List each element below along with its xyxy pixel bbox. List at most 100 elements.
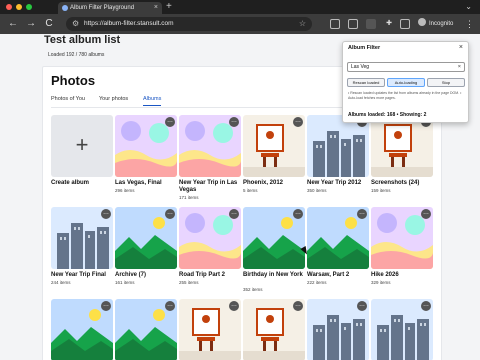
minimize-window-button[interactable] (16, 4, 22, 10)
album-thumbnail[interactable]: … (243, 207, 305, 269)
tab-your-photos[interactable]: Your photos (99, 93, 128, 105)
album-name: New Year Trip in Las Vegas (179, 180, 238, 193)
album-menu-icon[interactable]: … (357, 209, 367, 219)
album-item-count: 255 items (179, 280, 199, 285)
browser-tab[interactable]: Album Filter Playground × (58, 2, 162, 14)
favicon-icon (62, 5, 68, 11)
album-item-count: 161 items (115, 280, 135, 285)
album-menu-icon[interactable]: … (229, 209, 239, 219)
album-menu-icon[interactable]: … (165, 301, 175, 311)
album-menu-icon[interactable]: … (101, 301, 111, 311)
close-window-button[interactable] (6, 4, 12, 10)
popup-close-icon[interactable]: × (459, 44, 463, 51)
address-bar[interactable]: ⚙ https://album-filter.stansult.com ☆ (66, 17, 312, 31)
reload-button[interactable]: C (42, 17, 56, 31)
side-panel-icon[interactable] (400, 19, 410, 29)
album-name: Birthday in New York (243, 272, 303, 278)
browser-window: Album Filter Playground × + ⌄ ← → C ⚙ ht… (0, 0, 480, 360)
album-thumbnail[interactable]: … (371, 207, 433, 269)
extensions-puzzle-icon[interactable]: ✚ (384, 19, 394, 29)
back-button[interactable]: ← (6, 17, 20, 31)
tab-close-icon[interactable]: × (154, 2, 158, 14)
tab-title: Album Filter Playground (70, 5, 135, 11)
album-thumbnail[interactable]: … (243, 115, 305, 177)
album-menu-icon[interactable]: … (229, 301, 239, 311)
album-name: Screenshots (24) (371, 180, 420, 186)
tab-albums[interactable]: Albums (143, 93, 162, 106)
album-thumbnail[interactable]: … (179, 207, 241, 269)
album-thumbnail[interactable]: … (115, 115, 177, 177)
incognito-label: Incognito (429, 21, 454, 27)
create-album-label: Create album (51, 180, 90, 186)
album-menu-icon[interactable]: … (293, 301, 303, 311)
album-thumbnail[interactable]: … (307, 299, 369, 360)
album-thumbnail[interactable]: … (371, 299, 433, 360)
album-menu-icon[interactable]: … (101, 209, 111, 219)
album-name: Road Trip Part 2 (179, 272, 226, 278)
popup-title: Album Filter (348, 45, 381, 51)
popup-status: Albums loaded: 168 • Showing: 2 (348, 112, 427, 118)
album-thumbnail[interactable]: … (179, 299, 241, 360)
incognito-icon (418, 18, 426, 26)
album-thumbnail[interactable]: … (371, 115, 433, 177)
album-thumbnail[interactable]: … (307, 207, 369, 269)
incognito-indicator[interactable]: Incognito (418, 18, 453, 30)
new-tab-button[interactable]: + (166, 1, 172, 13)
album-item-count: 222 items (307, 280, 327, 285)
album-thumbnail[interactable]: … (243, 299, 305, 360)
tab-photos-of-you[interactable]: Photos of You (51, 93, 85, 105)
clear-filter-icon[interactable]: × (458, 63, 461, 72)
stop-button[interactable]: Stop (427, 78, 465, 87)
album-thumbnail[interactable]: … (51, 207, 113, 269)
album-menu-icon[interactable]: … (357, 301, 367, 311)
album-item-count: 171 items (179, 195, 199, 200)
bookmark-star-icon[interactable]: ☆ (299, 17, 306, 31)
browser-toolbar: ← → C ⚙ https://album-filter.stansult.co… (0, 14, 480, 34)
album-item-count: 352 items (243, 287, 263, 292)
popup-help-text: • Rescan loaded updates the list from al… (348, 91, 462, 100)
forward-button[interactable]: → (24, 17, 38, 31)
album-menu-icon[interactable]: … (293, 209, 303, 219)
album-menu-icon[interactable]: … (165, 117, 175, 127)
plus-icon: + (51, 115, 113, 177)
extension-icon[interactable] (330, 19, 340, 29)
site-info-icon[interactable]: ⚙ (72, 18, 79, 30)
album-name: Las Vegas, Final (115, 180, 162, 186)
photos-heading: Photos (51, 73, 96, 88)
album-name: Archive (7) (115, 272, 147, 278)
album-thumbnail[interactable]: … (179, 115, 241, 177)
maximize-window-button[interactable] (26, 4, 32, 10)
extension-icon[interactable] (348, 19, 358, 29)
rescan-loaded-button[interactable]: Rescan loaded (347, 78, 385, 87)
album-menu-icon[interactable]: … (421, 301, 431, 311)
browser-menu-button[interactable]: ⋮ (465, 18, 474, 30)
tab-strip: Album Filter Playground × + ⌄ (0, 0, 480, 14)
auto-loading-button[interactable]: Auto-loading (387, 78, 425, 87)
album-thumbnail[interactable]: … (51, 299, 113, 360)
album-thumbnail[interactable]: … (307, 115, 369, 177)
loaded-count: Loaded 192 / 780 albums (48, 52, 105, 58)
album-menu-icon[interactable]: … (421, 209, 431, 219)
album-item-count: 329 items (371, 280, 391, 285)
album-thumbnail[interactable]: … (115, 207, 177, 269)
filter-input[interactable]: Las Veg × (347, 62, 465, 72)
album-name: Warsaw, Part 2 (307, 272, 350, 278)
album-item-count: 244 items (51, 280, 71, 285)
tab-search-button[interactable]: ⌄ (465, 1, 472, 13)
album-menu-icon[interactable]: … (229, 117, 239, 127)
album-item-count: 350 items (307, 188, 327, 193)
album-name: New Year Trip Final (51, 272, 106, 278)
album-item-count: 296 items (115, 188, 135, 193)
filter-input-value: Las Veg (351, 64, 370, 70)
album-menu-icon[interactable]: … (293, 117, 303, 127)
album-name: New Year Trip 2012 (307, 180, 362, 186)
album-item-count: 5 items (243, 188, 258, 193)
album-thumbnail[interactable]: … (115, 299, 177, 360)
album-menu-icon[interactable]: … (165, 209, 175, 219)
album-filter-popup: Album Filter × Las Veg × Rescan loaded A… (342, 41, 469, 123)
album-item-count: 159 items (371, 188, 391, 193)
album-filter-extension-icon[interactable] (366, 19, 376, 29)
url-text: https://album-filter.stansult.com (84, 20, 174, 27)
album-name: Hike 2026 (371, 272, 399, 278)
album-name: Phoenix, 2012 (243, 180, 284, 186)
